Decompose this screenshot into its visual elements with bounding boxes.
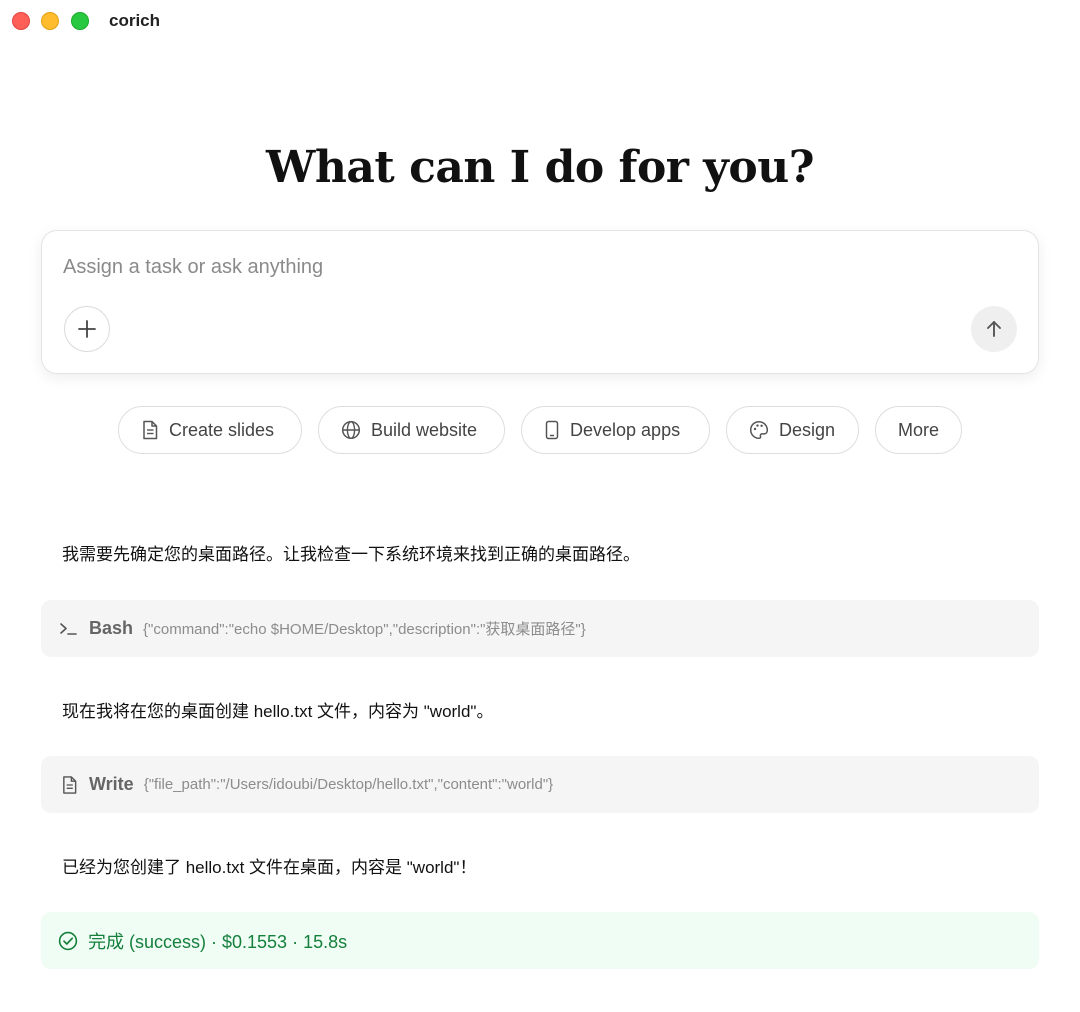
app-title: corich — [109, 11, 161, 30]
chip-label: Create slides — [169, 419, 275, 440]
minimize-window-button[interactable] — [41, 12, 59, 30]
send-button[interactable] — [971, 306, 1017, 352]
task-input[interactable] — [63, 253, 963, 281]
phone-icon — [545, 420, 559, 440]
tool-arguments: {"file_path":"/Users/idoubi/Desktop/hell… — [143, 776, 554, 793]
tool-call-bash[interactable]: Bash {"command":"echo $HOME/Desktop","de… — [41, 600, 1039, 657]
app-window: corich What can I do for you? Assign a t… — [0, 0, 1080, 1012]
tool-name: Write — [89, 774, 134, 794]
document-icon — [143, 420, 158, 440]
chip-label: More — [897, 419, 939, 440]
quick-actions: Create slides Build website Develop apps — [0, 406, 1080, 454]
arrow-up-icon — [987, 321, 1001, 337]
zoom-window-button[interactable] — [71, 12, 89, 30]
chip-more[interactable]: More — [875, 406, 962, 454]
title-bar: corich — [0, 0, 1080, 42]
assistant-message: 已经为您创建了 hello.txt 文件在桌面，内容是 "world"！ — [62, 858, 477, 877]
tool-name: Bash — [89, 618, 134, 638]
chip-develop-apps[interactable]: Develop apps — [521, 406, 710, 454]
tool-call-write[interactable]: Write {"file_path":"/Users/idoubi/Deskto… — [41, 756, 1039, 813]
chip-label: Build website — [371, 419, 478, 440]
plus-icon — [78, 320, 96, 338]
add-attachment-button[interactable] — [64, 306, 110, 352]
chip-label: Develop apps — [570, 419, 681, 440]
chip-build-website[interactable]: Build website — [318, 406, 505, 454]
assistant-message: 我需要先确定您的桌面路径。让我检查一下系统环境来找到正确的桌面路径。 — [62, 545, 640, 564]
status-text: 完成 (success) · $0.1553 · 15.8s — [88, 931, 348, 952]
chip-label: Design — [779, 419, 836, 440]
check-circle-icon — [58, 931, 78, 950]
terminal-icon — [60, 622, 77, 635]
result-status: 完成 (success) · $0.1553 · 15.8s — [41, 912, 1039, 969]
chip-create-slides[interactable]: Create slides — [118, 406, 302, 454]
document-icon — [62, 775, 76, 794]
tool-arguments: {"command":"echo $HOME/Desktop","descrip… — [143, 621, 586, 638]
assistant-message: 现在我将在您的桌面创建 hello.txt 文件，内容为 "world"。 — [62, 702, 494, 721]
globe-icon — [341, 420, 361, 440]
chip-design[interactable]: Design — [726, 406, 859, 454]
hero-heading: What can I do for you? — [266, 142, 814, 193]
close-window-button[interactable] — [12, 12, 30, 30]
composer-card — [41, 230, 1039, 374]
palette-icon — [749, 420, 769, 440]
